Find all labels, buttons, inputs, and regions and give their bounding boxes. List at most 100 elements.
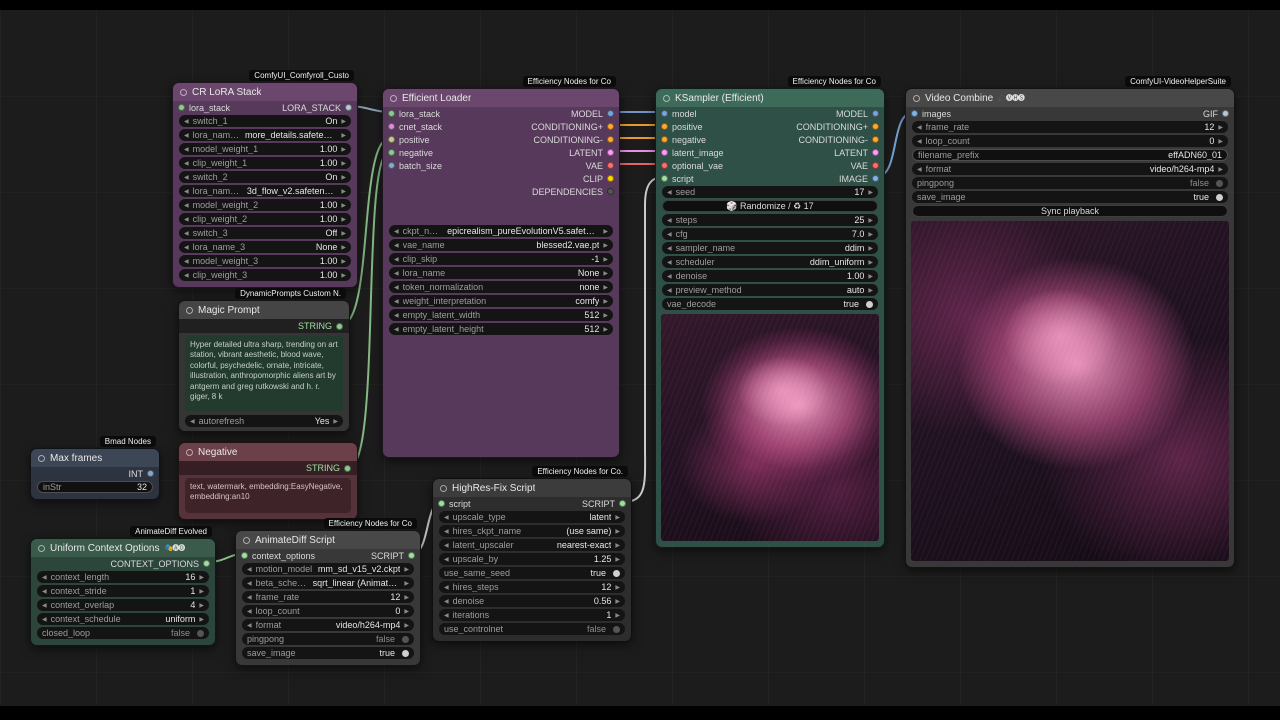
node-header[interactable]: Magic Prompt xyxy=(179,301,349,319)
widget-vae_name[interactable]: ◀vae_nameblessed2.vae.pt▶ xyxy=(389,239,613,251)
input-slot-script[interactable]: script xyxy=(661,174,694,184)
node-header[interactable]: Uniform Context Options 🎭🅐🅓 xyxy=(31,539,215,557)
combo-left-arrow[interactable]: ◀ xyxy=(444,514,449,521)
combo-right-arrow[interactable]: ▶ xyxy=(603,256,608,263)
node-magic-prompt[interactable]: DynamicPrompts Custom N. Magic Prompt ST… xyxy=(178,300,350,432)
node-header[interactable]: Negative xyxy=(179,443,357,461)
combo-left-arrow[interactable]: ◀ xyxy=(247,566,252,573)
widget-loop_count[interactable]: ◀loop_count0▶ xyxy=(242,605,414,617)
output-port-dot[interactable] xyxy=(607,136,614,143)
input-port-dot[interactable] xyxy=(388,136,395,143)
widget-use_same_seed[interactable]: use_same_seedtrue xyxy=(439,567,625,579)
combo-right-arrow[interactable]: ▶ xyxy=(615,598,620,605)
input-slot-lora_stack[interactable]: lora_stack xyxy=(178,103,230,113)
widget-filename_prefix[interactable]: filename_prefixeffADN60_01 xyxy=(912,149,1228,161)
collapse-icon[interactable] xyxy=(913,95,920,102)
input-slot-cnet_stack[interactable]: cnet_stack xyxy=(388,122,442,132)
node-highres-fix-script[interactable]: Efficiency Nodes for Co. HighRes-Fix Scr… xyxy=(432,478,632,642)
node-header[interactable]: CR LoRA Stack xyxy=(173,83,357,101)
node-header[interactable]: Efficient Loader xyxy=(383,89,619,107)
combo-left-arrow[interactable]: ◀ xyxy=(184,160,189,167)
toggle-dot[interactable] xyxy=(402,650,409,657)
output-slot-GIF[interactable]: GIF xyxy=(1203,109,1229,119)
input-port-dot[interactable] xyxy=(661,175,668,182)
combo-left-arrow[interactable]: ◀ xyxy=(917,138,922,145)
collapse-icon[interactable] xyxy=(38,545,45,552)
node-max-frames[interactable]: Bmad Nodes Max frames INTinStr32 xyxy=(30,448,160,500)
widget-upscale_type[interactable]: ◀upscale_typelatent▶ xyxy=(439,511,625,523)
combo-right-arrow[interactable]: ▶ xyxy=(341,118,346,125)
combo-left-arrow[interactable]: ◀ xyxy=(917,166,922,173)
output-port-dot[interactable] xyxy=(607,162,614,169)
preview-image[interactable] xyxy=(911,221,1229,561)
output-slot-INT[interactable]: INT xyxy=(129,469,155,479)
combo-right-arrow[interactable]: ▶ xyxy=(341,202,346,209)
output-port-dot[interactable] xyxy=(344,465,351,472)
combo-left-arrow[interactable]: ◀ xyxy=(667,287,672,294)
combo-right-arrow[interactable]: ▶ xyxy=(603,284,608,291)
randomize-seed-button[interactable]: 🎲 Randomize / ♻ 17 xyxy=(662,200,878,212)
combo-left-arrow[interactable]: ◀ xyxy=(667,189,672,196)
widget-format[interactable]: ◀formatvideo/h264-mp4▶ xyxy=(242,619,414,631)
output-slot-CONTEXT_OPTIONS[interactable]: CONTEXT_OPTIONS xyxy=(110,559,210,569)
widget-weight_interpretation[interactable]: ◀weight_interpretationcomfy▶ xyxy=(389,295,613,307)
widget-beta_schedule[interactable]: ◀beta_schedulesqrt_linear (AnimateDiff)▶ xyxy=(242,577,414,589)
output-port-dot[interactable] xyxy=(619,500,626,507)
combo-left-arrow[interactable]: ◀ xyxy=(394,228,399,235)
input-port-dot[interactable] xyxy=(661,110,668,117)
output-port-dot[interactable] xyxy=(872,149,879,156)
combo-left-arrow[interactable]: ◀ xyxy=(394,270,399,277)
output-port-dot[interactable] xyxy=(408,552,415,559)
combo-left-arrow[interactable]: ◀ xyxy=(184,202,189,209)
combo-right-arrow[interactable]: ▶ xyxy=(868,189,873,196)
widget-preview_method[interactable]: ◀preview_methodauto▶ xyxy=(662,284,878,296)
output-slot-LORA_STACK[interactable]: LORA_STACK xyxy=(282,103,352,113)
combo-right-arrow[interactable]: ▶ xyxy=(199,588,204,595)
combo-right-arrow[interactable]: ▶ xyxy=(615,584,620,591)
combo-right-arrow[interactable]: ▶ xyxy=(341,216,346,223)
input-slot-positive[interactable]: positive xyxy=(661,122,703,132)
combo-left-arrow[interactable]: ◀ xyxy=(184,174,189,181)
widget-clip_weight_2[interactable]: ◀clip_weight_21.00▶ xyxy=(179,213,351,225)
output-slot-MODEL[interactable]: MODEL xyxy=(571,109,614,119)
collapse-icon[interactable] xyxy=(663,95,670,102)
combo-right-arrow[interactable]: ▶ xyxy=(868,245,873,252)
combo-left-arrow[interactable]: ◀ xyxy=(394,256,399,263)
node-animatediff-script[interactable]: Efficiency Nodes for Co AnimateDiff Scri… xyxy=(235,530,421,666)
widget-inStr[interactable]: inStr32 xyxy=(37,481,153,493)
prompt-text[interactable]: Hyper detailed ultra sharp, trending on … xyxy=(185,336,343,411)
output-slot-CONDITIONING+[interactable]: CONDITIONING+ xyxy=(796,122,879,132)
output-port-dot[interactable] xyxy=(203,560,210,567)
combo-left-arrow[interactable]: ◀ xyxy=(394,326,399,333)
widget-vae_decode[interactable]: vae_decodetrue xyxy=(662,298,878,310)
widget-clip_skip[interactable]: ◀clip_skip-1▶ xyxy=(389,253,613,265)
widget-model_weight_2[interactable]: ◀model_weight_21.00▶ xyxy=(179,199,351,211)
input-slot-negative[interactable]: negative xyxy=(388,148,433,158)
input-port-dot[interactable] xyxy=(661,162,668,169)
collapse-icon[interactable] xyxy=(243,537,250,544)
input-port-dot[interactable] xyxy=(388,110,395,117)
widget-cfg[interactable]: ◀cfg7.0▶ xyxy=(662,228,878,240)
input-slot-optional_vae[interactable]: optional_vae xyxy=(661,161,723,171)
widget-ckpt_name[interactable]: ◀ckpt_nameepicrealism_pureEvolutionV5.sa… xyxy=(389,225,613,237)
output-port-dot[interactable] xyxy=(872,162,879,169)
output-port-dot[interactable] xyxy=(872,175,879,182)
input-slot-model[interactable]: model xyxy=(661,109,697,119)
combo-right-arrow[interactable]: ▶ xyxy=(341,174,346,181)
combo-right-arrow[interactable]: ▶ xyxy=(341,230,346,237)
output-port-dot[interactable] xyxy=(872,123,879,130)
input-slot-negative[interactable]: negative xyxy=(661,135,706,145)
widget-denoise[interactable]: ◀denoise1.00▶ xyxy=(662,270,878,282)
output-slot-MODEL[interactable]: MODEL xyxy=(836,109,879,119)
combo-right-arrow[interactable]: ▶ xyxy=(603,326,608,333)
combo-right-arrow[interactable]: ▶ xyxy=(404,580,409,587)
node-uniform-context-options[interactable]: AnimateDiff Evolved Uniform Context Opti… xyxy=(30,538,216,646)
toggle-dot[interactable] xyxy=(613,570,620,577)
widget-save_image[interactable]: save_imagetrue xyxy=(242,647,414,659)
widget-context_stride[interactable]: ◀context_stride1▶ xyxy=(37,585,209,597)
combo-right-arrow[interactable]: ▶ xyxy=(603,228,608,235)
output-port-dot[interactable] xyxy=(607,149,614,156)
output-port-dot[interactable] xyxy=(1222,110,1229,117)
collapse-icon[interactable] xyxy=(440,485,447,492)
collapse-icon[interactable] xyxy=(390,95,397,102)
